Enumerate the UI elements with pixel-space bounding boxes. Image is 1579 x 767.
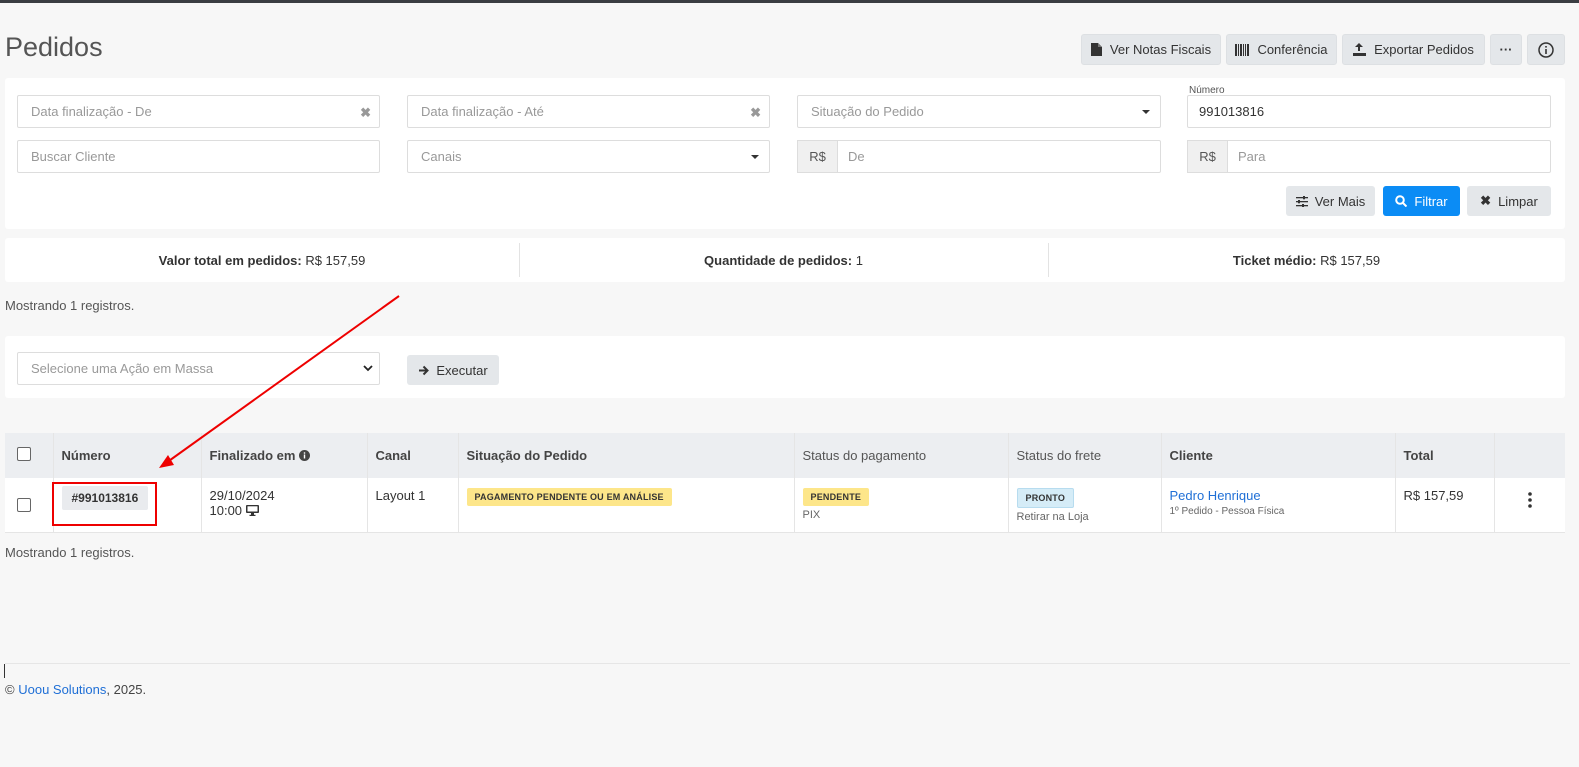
footer-divider bbox=[5, 663, 1570, 664]
annotation-arrow bbox=[159, 295, 400, 468]
text-cursor bbox=[4, 664, 5, 678]
footer: © Uoou Solutions, 2025. bbox=[5, 682, 146, 697]
company-link[interactable]: Uoou Solutions bbox=[18, 682, 106, 697]
copyright-symbol: © bbox=[5, 682, 15, 697]
footer-year: , 2025. bbox=[106, 682, 147, 697]
